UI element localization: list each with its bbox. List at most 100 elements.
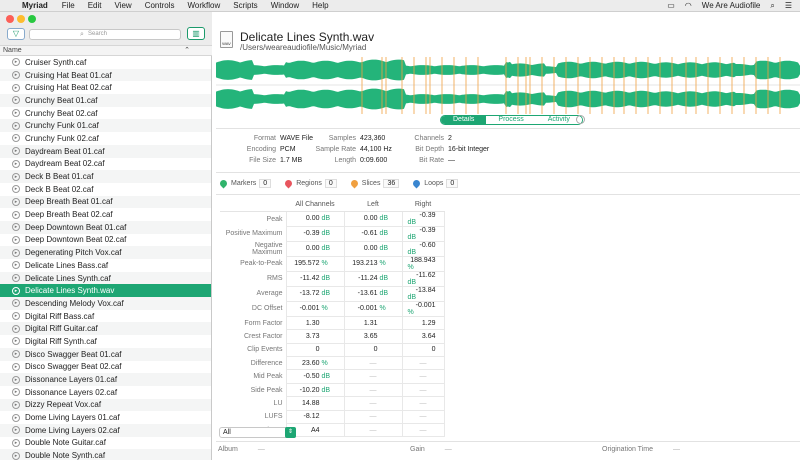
display-icon[interactable]: ▭ bbox=[667, 1, 675, 10]
list-item[interactable]: ▸ Disco Swagger Beat 02.caf bbox=[0, 361, 211, 374]
list-item[interactable]: ▸ Deep Downtown Beat 01.caf bbox=[0, 220, 211, 234]
play-circle-icon[interactable]: ▸ bbox=[12, 248, 20, 257]
wifi-icon[interactable]: ◠ bbox=[685, 1, 692, 10]
menu-icon[interactable]: ☰ bbox=[785, 1, 792, 10]
play-circle-icon[interactable]: ▸ bbox=[12, 299, 20, 308]
list-item[interactable]: ▸ Disco Swagger Beat 01.caf bbox=[0, 347, 211, 361]
menu-app-name[interactable]: Myriad bbox=[22, 1, 48, 10]
list-item[interactable]: ▸ Digital Riff Guitar.caf bbox=[0, 322, 211, 336]
list-item[interactable]: ▸ Delicate Lines Synth.wav bbox=[0, 284, 211, 298]
user-name[interactable]: We Are Audiofile bbox=[702, 1, 761, 10]
list-item[interactable]: ▸ Crunchy Funk 01.caf bbox=[0, 119, 211, 133]
play-circle-icon[interactable]: ▸ bbox=[12, 96, 20, 105]
list-item[interactable]: ▸ Dome Living Layers 01.caf bbox=[0, 411, 211, 424]
play-circle-icon[interactable]: ▸ bbox=[12, 375, 20, 384]
list-item[interactable]: ▸ Delicate Lines Bass.caf bbox=[0, 259, 211, 272]
play-circle-icon[interactable]: ▸ bbox=[12, 159, 20, 168]
list-item[interactable]: ▸ Deep Breath Beat 01.caf bbox=[0, 195, 211, 209]
zoom-window-button[interactable] bbox=[28, 15, 36, 23]
list-item[interactable]: ▸ Descending Melody Vox.caf bbox=[0, 297, 211, 310]
play-circle-icon[interactable]: ▸ bbox=[12, 451, 20, 460]
play-circle-icon[interactable]: ▸ bbox=[12, 71, 20, 80]
menu-help[interactable]: Help bbox=[312, 1, 328, 10]
play-circle-icon[interactable]: ▸ bbox=[12, 324, 20, 333]
play-circle-icon[interactable]: ▸ bbox=[12, 362, 20, 371]
play-circle-icon[interactable]: ▸ bbox=[12, 388, 20, 397]
play-circle-icon[interactable]: ▸ bbox=[12, 58, 20, 67]
minimize-window-button[interactable] bbox=[17, 15, 25, 23]
play-circle-icon[interactable]: ▸ bbox=[12, 210, 20, 219]
list-item[interactable]: ▸ Degenerating Pitch Vox.caf bbox=[0, 246, 211, 259]
metadata-filter-select[interactable]: All ⇕ bbox=[219, 427, 296, 438]
list-item[interactable]: ▸ Daydream Beat 02.caf bbox=[0, 158, 211, 171]
play-circle-icon[interactable]: ▸ bbox=[12, 109, 20, 118]
marker-loops[interactable]: Loops 0 bbox=[411, 178, 459, 189]
play-circle-icon[interactable]: ▸ bbox=[12, 261, 20, 270]
play-circle-icon[interactable]: ▸ bbox=[12, 400, 20, 409]
list-item[interactable]: ▸ Crunchy Beat 01.caf bbox=[0, 94, 211, 107]
list-item[interactable]: ▸ Digital Riff Bass.caf bbox=[0, 310, 211, 323]
play-circle-icon[interactable]: ▸ bbox=[12, 83, 20, 92]
list-item[interactable]: ▸ Double Note Synth.caf bbox=[0, 449, 211, 460]
menu-controls[interactable]: Controls bbox=[145, 1, 175, 10]
stats-row: Peak-to-Peak 195.572% 193.213% 188.943% bbox=[220, 255, 445, 272]
waveform[interactable] bbox=[216, 57, 800, 114]
menu-scripts[interactable]: Scripts bbox=[233, 1, 257, 10]
tab-process[interactable]: Process bbox=[486, 116, 536, 124]
stats-number: 195.572 bbox=[294, 260, 320, 268]
play-circle-icon[interactable]: ▸ bbox=[12, 185, 20, 194]
list-item[interactable]: ▸ Crunchy Funk 02.caf bbox=[0, 132, 211, 145]
menu-view[interactable]: View bbox=[114, 1, 131, 10]
menu-window[interactable]: Window bbox=[271, 1, 299, 10]
marker-slices[interactable]: Slices 36 bbox=[349, 178, 400, 189]
marker-markers[interactable]: Markers 0 bbox=[218, 178, 272, 189]
list-item[interactable]: ▸ Delicate Lines Synth.caf bbox=[0, 271, 211, 285]
list-item[interactable]: ▸ Double Note Guitar.caf bbox=[0, 437, 211, 450]
stats-value: 0.00 dB bbox=[343, 240, 403, 257]
play-circle-icon[interactable]: ▸ bbox=[12, 426, 20, 435]
play-circle-icon[interactable]: ▸ bbox=[12, 121, 20, 130]
play-circle-icon[interactable]: ▸ bbox=[12, 337, 20, 346]
play-circle-icon[interactable]: ▸ bbox=[12, 235, 20, 244]
search-input[interactable]: ⌕ Search bbox=[29, 29, 181, 40]
spotlight-icon[interactable]: ⌕ bbox=[770, 1, 774, 11]
play-circle-icon[interactable]: ▸ bbox=[12, 197, 20, 206]
tab-details[interactable]: Details bbox=[441, 116, 487, 124]
play-circle-icon[interactable]: ▸ bbox=[12, 413, 20, 422]
list-item[interactable]: ▸ Dizzy Repeat Vox.caf bbox=[0, 398, 211, 412]
list-item[interactable]: ▸ Daydream Beat 01.caf bbox=[0, 144, 211, 158]
column-header-name[interactable]: Name ⌃ bbox=[0, 45, 212, 56]
list-item[interactable]: ▸ Deck B Beat 01.caf bbox=[0, 170, 211, 183]
list-item[interactable]: ▸ Cruising Hat Beat 02.caf bbox=[0, 81, 211, 94]
list-item[interactable]: ▸ Deck B Beat 02.caf bbox=[0, 183, 211, 196]
list-item[interactable]: ▸ Deep Breath Beat 02.caf bbox=[0, 208, 211, 221]
marker-regions[interactable]: Regions 0 bbox=[283, 178, 337, 189]
menu-edit[interactable]: Edit bbox=[88, 1, 102, 10]
play-circle-icon[interactable]: ▸ bbox=[12, 438, 20, 447]
play-circle-icon[interactable]: ▸ bbox=[12, 172, 20, 181]
menu-file[interactable]: File bbox=[62, 1, 75, 10]
play-circle-icon[interactable]: ▸ bbox=[12, 286, 20, 295]
play-circle-icon[interactable]: ▸ bbox=[12, 223, 20, 232]
list-item-label: Delicate Lines Synth.wav bbox=[25, 286, 115, 296]
list-item[interactable]: ▸ Dome Living Layers 02.caf bbox=[0, 423, 211, 437]
stats-value: 195.572% bbox=[285, 255, 345, 272]
list-item[interactable]: ▸ Dissonance Layers 01.caf bbox=[0, 373, 211, 386]
file-list[interactable]: ▸ Cruiser Synth.caf ▸ Cruising Hat Beat 01.… bbox=[0, 56, 212, 460]
list-item[interactable]: ▸ Deep Downtown Beat 02.caf bbox=[0, 234, 211, 247]
play-circle-icon[interactable]: ▸ bbox=[12, 147, 20, 156]
filter-button[interactable]: ▽ bbox=[7, 28, 25, 40]
play-circle-icon[interactable]: ▸ bbox=[12, 312, 20, 321]
list-item[interactable]: ▸ Crunchy Beat 02.caf bbox=[0, 107, 211, 120]
play-circle-icon[interactable]: ▸ bbox=[12, 134, 20, 143]
menu-workflow[interactable]: Workflow bbox=[187, 1, 220, 10]
play-circle-icon[interactable]: ▸ bbox=[12, 274, 20, 283]
columns-button[interactable]: ▥ bbox=[187, 27, 205, 40]
close-window-button[interactable] bbox=[6, 15, 14, 23]
list-item[interactable]: ▸ Digital Riff Synth.caf bbox=[0, 335, 211, 348]
list-item[interactable]: ▸ Cruiser Synth.caf bbox=[0, 56, 211, 69]
list-item[interactable]: ▸ Cruising Hat Beat 01.caf bbox=[0, 68, 211, 82]
list-item[interactable]: ▸ Dissonance Layers 02.caf bbox=[0, 386, 211, 399]
play-circle-icon[interactable]: ▸ bbox=[12, 350, 20, 359]
tab-activity[interactable]: Activity bbox=[535, 116, 582, 124]
